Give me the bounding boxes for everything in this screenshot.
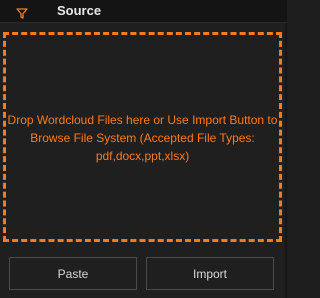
panel-header: Source [0, 0, 287, 23]
drop-zone-message: Drop Wordcloud Files here or Use Import … [7, 113, 278, 163]
import-button[interactable]: Import [146, 257, 274, 290]
panel-edge [285, 23, 287, 298]
panel-title: Source [57, 3, 102, 18]
source-panel: Source Drop Wordcloud Files here or Use … [0, 0, 287, 298]
paste-button[interactable]: Paste [9, 257, 137, 290]
file-drop-zone[interactable]: Drop Wordcloud Files here or Use Import … [3, 32, 282, 242]
filter-icon[interactable] [16, 6, 28, 19]
